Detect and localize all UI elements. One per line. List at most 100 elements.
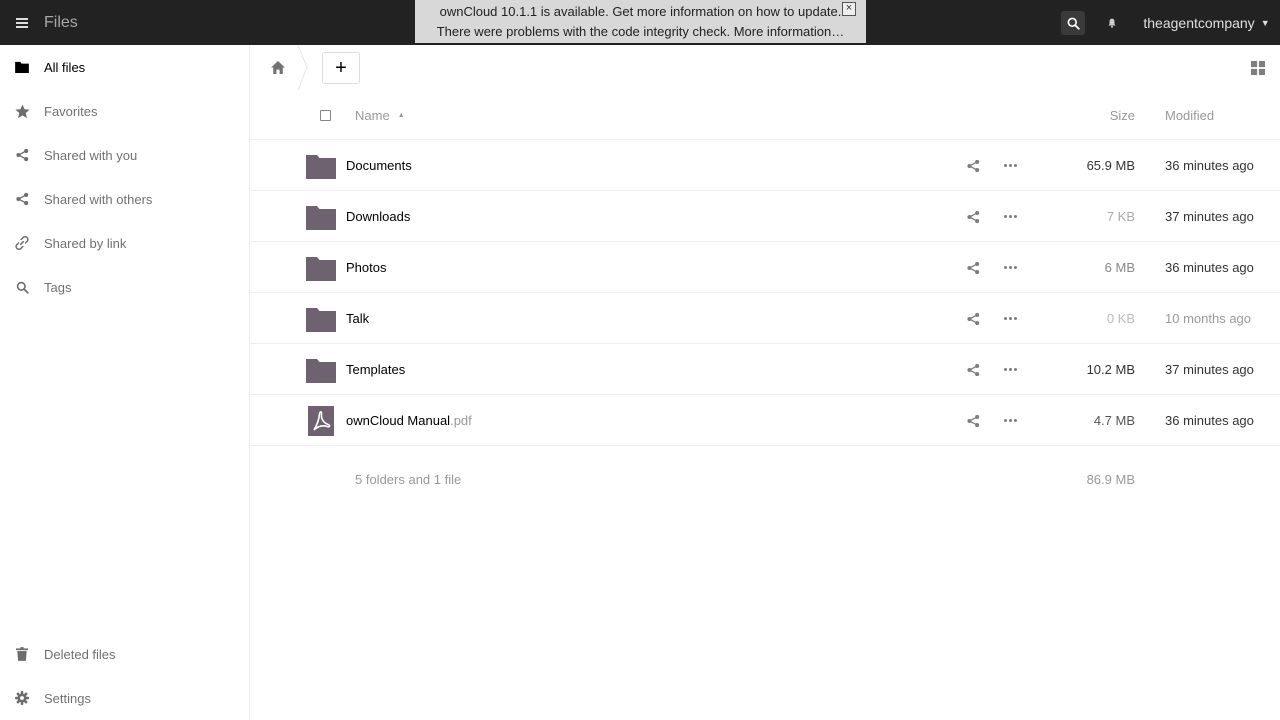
folder-icon (306, 307, 336, 332)
table-row[interactable]: Documents 65.9 MB 36 minutes ago (250, 140, 1280, 191)
file-name-link[interactable]: ownCloud Manual .pdf (346, 395, 472, 446)
folder-icon (306, 256, 336, 281)
sidebar-item-label: Shared by link (44, 235, 127, 251)
file-actions-menu-button[interactable] (993, 293, 1027, 344)
file-size: 65.9 MB (1086, 158, 1135, 173)
file-size: 0 KB (1106, 311, 1135, 326)
sidebar-item-label: Deleted files (44, 646, 116, 662)
table-row[interactable]: Talk 0 KB 10 months ago (250, 293, 1280, 344)
file-size: 6 MB (1104, 260, 1135, 275)
table-row[interactable]: ownCloud Manual .pdf 4.7 MB 36 minutes ag… (250, 395, 1280, 446)
more-icon (1003, 419, 1017, 422)
share-button[interactable] (953, 395, 993, 446)
file-name-link[interactable]: Photos (346, 242, 386, 293)
row-select-cell[interactable] (250, 242, 296, 293)
select-all-cell[interactable] (300, 90, 351, 140)
file-thumbnail[interactable] (296, 191, 346, 242)
update-notification-bar: ownCloud 10.1.1 is available. Get more i… (415, 0, 866, 43)
share-icon (14, 191, 30, 207)
file-name-link[interactable]: Downloads (346, 191, 410, 242)
app-menu-toggle[interactable]: Files (0, 0, 78, 45)
file-actions-menu-button[interactable] (993, 395, 1027, 446)
sidebar-item-label: Shared with others (44, 191, 153, 207)
sidebar-item-deleted-files[interactable]: Deleted files (0, 632, 250, 676)
file-list-summary: 5 folders and 1 file 86.9 MB (250, 460, 1280, 500)
search-icon (14, 279, 30, 295)
star-icon (14, 103, 30, 119)
breadcrumb-separator (298, 45, 308, 90)
file-thumbnail[interactable] (296, 395, 346, 446)
sidebar-item-settings[interactable]: Settings (0, 676, 250, 720)
file-size: 10.2 MB (1086, 362, 1135, 377)
more-icon (1003, 215, 1017, 218)
more-icon (1003, 368, 1017, 371)
sort-ascending-icon: ▲ (397, 111, 405, 119)
row-select-cell[interactable] (250, 344, 296, 395)
close-notification-button[interactable]: × (842, 2, 856, 16)
file-name: ownCloud Manual (346, 413, 451, 428)
share-icon (966, 261, 979, 274)
home-icon (271, 61, 285, 74)
sidebar-item-label: Settings (44, 690, 91, 706)
bell-icon (1108, 18, 1116, 28)
table-row[interactable]: Downloads 7 KB 37 minutes ago (250, 191, 1280, 242)
sort-by-size[interactable]: Size (1027, 90, 1150, 140)
sort-by-name[interactable]: Name ▲ (351, 90, 1027, 140)
header-search-button[interactable] (1061, 11, 1085, 35)
file-actions-menu-button[interactable] (993, 242, 1027, 293)
share-button[interactable] (953, 191, 993, 242)
folder-icon (14, 59, 30, 75)
row-select-cell[interactable] (250, 395, 296, 446)
table-row[interactable]: Templates 10.2 MB 37 minutes ago (250, 344, 1280, 395)
file-actions-menu-button[interactable] (993, 344, 1027, 395)
file-modified: 10 months ago (1165, 311, 1252, 326)
folder-icon (306, 205, 336, 230)
sidebar: All files Favorites Shared with you Shar… (0, 45, 250, 720)
caret-down-icon: ▼ (1260, 17, 1270, 28)
file-thumbnail[interactable] (296, 344, 346, 395)
sidebar-item-shared-with-others[interactable]: Shared with others (0, 177, 250, 221)
sort-by-modified[interactable]: Modified (1150, 90, 1280, 140)
share-button[interactable] (953, 293, 993, 344)
file-modified: 36 minutes ago (1165, 158, 1254, 173)
row-select-cell[interactable] (250, 191, 296, 242)
share-button[interactable] (953, 242, 993, 293)
sidebar-item-shared-by-link[interactable]: Shared by link (0, 221, 250, 265)
file-thumbnail[interactable] (296, 140, 346, 191)
gear-icon (14, 690, 30, 706)
integrity-check-link[interactable]: There were problems with the code integr… (427, 22, 854, 42)
sidebar-item-all-files[interactable]: All files (0, 45, 250, 89)
column-header-name: Name (355, 107, 390, 123)
select-all-checkbox[interactable] (320, 109, 331, 121)
top-header: Files ownCloud 10.1.1 is available. Get … (0, 0, 1280, 45)
row-select-cell[interactable] (250, 140, 296, 191)
file-name-link[interactable]: Talk (346, 293, 369, 344)
search-icon (1067, 17, 1080, 30)
file-thumbnail[interactable] (296, 293, 346, 344)
update-available-link[interactable]: ownCloud 10.1.1 is available. Get more i… (415, 2, 866, 22)
file-thumbnail[interactable] (296, 242, 346, 293)
sidebar-item-shared-with-you[interactable]: Shared with you (0, 133, 250, 177)
share-button[interactable] (953, 140, 993, 191)
file-name: Downloads (346, 209, 411, 224)
column-header-modified: Modified (1165, 107, 1215, 123)
file-actions-menu-button[interactable] (993, 140, 1027, 191)
file-actions-menu-button[interactable] (993, 191, 1027, 242)
user-menu-button[interactable]: theagentcompany ▼ (1133, 0, 1280, 45)
notifications-button[interactable] (1094, 5, 1130, 41)
new-button[interactable]: + (322, 52, 360, 84)
share-button[interactable] (953, 344, 993, 395)
file-name: Talk (346, 311, 370, 326)
file-name-link[interactable]: Documents (346, 140, 412, 191)
sidebar-item-tags[interactable]: Tags (0, 265, 250, 309)
file-name-link[interactable]: Templates (346, 344, 405, 395)
grid-view-toggle[interactable] (1238, 50, 1278, 86)
share-icon (966, 210, 979, 223)
column-header-size: Size (1109, 107, 1135, 123)
summary-count: 5 folders and 1 file (355, 472, 462, 487)
file-name: Templates (346, 362, 406, 377)
share-icon (14, 147, 30, 163)
table-row[interactable]: Photos 6 MB 36 minutes ago (250, 242, 1280, 293)
sidebar-item-favorites[interactable]: Favorites (0, 89, 250, 133)
row-select-cell[interactable] (250, 293, 296, 344)
